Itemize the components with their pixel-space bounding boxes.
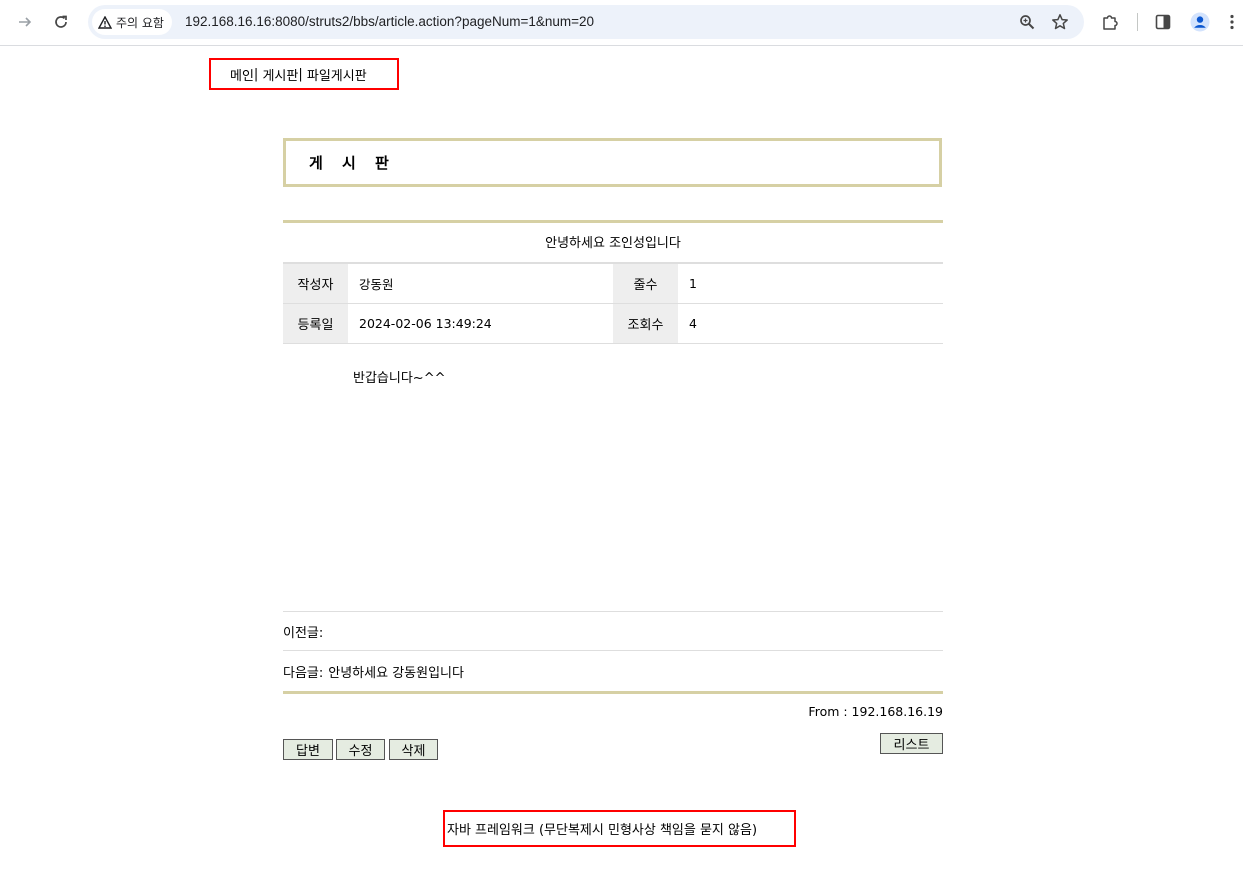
nav-link-board[interactable]: 게시판 bbox=[262, 65, 298, 84]
hits-label: 조회수 bbox=[613, 304, 678, 343]
footer-text: 자바 프레임워크 (무단복제시 민형사상 책임을 묻지 않음) bbox=[447, 823, 758, 838]
reload-icon[interactable] bbox=[47, 8, 75, 36]
board-title-box: 게 시 판 bbox=[283, 138, 942, 187]
next-label: 다음글: bbox=[283, 665, 324, 681]
prev-label: 이전글: bbox=[283, 625, 324, 641]
url-text[interactable]: 192.168.16.16:8080/struts2/bbs/article.a… bbox=[185, 5, 594, 39]
nav-separator: | bbox=[298, 66, 303, 82]
divider bbox=[283, 691, 943, 694]
edit-button[interactable]: 수정 bbox=[336, 739, 385, 760]
list-button[interactable]: 리스트 bbox=[880, 733, 943, 754]
hits-value: 4 bbox=[689, 316, 697, 331]
side-panel-icon[interactable] bbox=[1149, 8, 1177, 36]
reply-button[interactable]: 답변 bbox=[283, 739, 333, 760]
page-title: 게 시 판 bbox=[309, 154, 396, 172]
author-value: 강동원 bbox=[359, 277, 394, 292]
date-value: 2024-02-06 13:49:24 bbox=[359, 316, 492, 331]
article-content: 반갑습니다~^^ bbox=[283, 344, 943, 612]
next-article-row: 다음글: 안녕하세요 강동원입니다 bbox=[283, 651, 943, 691]
bookmark-star-icon[interactable] bbox=[1047, 9, 1073, 35]
security-warning-chip[interactable]: 주의 요함 bbox=[92, 9, 172, 35]
info-row-date: 등록일 2024-02-06 13:49:24 조회수 4 bbox=[283, 304, 943, 344]
warning-triangle-icon bbox=[98, 15, 112, 29]
top-navigation: 메인 | 게시판 | 파일게시판 bbox=[209, 58, 399, 90]
article-body: 반갑습니다~^^ bbox=[353, 371, 446, 386]
address-bar[interactable]: 주의 요함 192.168.16.16:8080/struts2/bbs/art… bbox=[88, 5, 1084, 39]
extensions-puzzle-icon[interactable] bbox=[1096, 8, 1124, 36]
previous-article-row: 이전글: bbox=[283, 612, 943, 651]
profile-avatar-icon[interactable] bbox=[1186, 8, 1214, 36]
nav-link-file-board[interactable]: 파일게시판 bbox=[307, 65, 367, 84]
nav-link-main[interactable]: 메인 bbox=[230, 65, 254, 84]
article-subject: 안녕하세요 조인성입니다 bbox=[283, 223, 943, 264]
author-label: 작성자 bbox=[283, 264, 348, 303]
footer: 자바 프레임워크 (무단복제시 민형사상 책임을 묻지 않음) bbox=[443, 810, 796, 847]
zoom-icon[interactable] bbox=[1014, 9, 1040, 35]
toolbar-divider bbox=[1137, 13, 1138, 31]
date-label: 등록일 bbox=[283, 304, 348, 343]
security-label: 주의 요함 bbox=[116, 15, 164, 30]
browser-toolbar: 주의 요함 192.168.16.16:8080/struts2/bbs/art… bbox=[0, 0, 1243, 46]
article-view: 안녕하세요 조인성입니다 작성자 강동원 줄수 1 등록일 2024-02-06… bbox=[283, 220, 943, 694]
forward-arrow-icon[interactable] bbox=[11, 8, 39, 36]
next-article-link[interactable]: 안녕하세요 강동원입니다 bbox=[328, 662, 464, 681]
delete-button[interactable]: 삭제 bbox=[389, 739, 438, 760]
lines-label: 줄수 bbox=[613, 264, 678, 303]
info-row-author: 작성자 강동원 줄수 1 bbox=[283, 264, 943, 304]
from-ip-text: From : 192.168.16.19 bbox=[808, 704, 943, 719]
more-menu-icon[interactable] bbox=[1222, 8, 1242, 36]
lines-value: 1 bbox=[689, 276, 697, 291]
nav-separator: | bbox=[253, 66, 259, 82]
